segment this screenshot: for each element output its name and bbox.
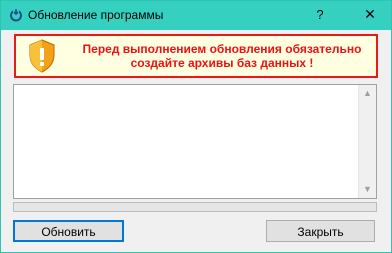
warning-line-2: создайте архивы баз данных !: [130, 56, 314, 70]
vertical-scrollbar[interactable]: ▲ ▼: [358, 85, 376, 198]
log-textarea[interactable]: ▲ ▼: [13, 84, 377, 199]
update-button[interactable]: Обновить: [13, 220, 124, 242]
warning-banner: Перед выполнением обновления обязательно…: [14, 34, 378, 78]
scroll-up-icon[interactable]: ▲: [359, 85, 376, 102]
scroll-down-icon[interactable]: ▼: [359, 181, 376, 198]
update-dialog: Обновление программы ? ✕ Перед выполнени…: [0, 0, 392, 253]
app-icon: [10, 8, 22, 22]
close-window-button[interactable]: ✕: [353, 1, 387, 30]
help-button[interactable]: ?: [303, 1, 337, 30]
shield-warning-icon: [29, 39, 55, 73]
title-bar[interactable]: Обновление программы ? ✕: [1, 1, 391, 30]
warning-line-1: Перед выполнением обновления обязательно: [82, 42, 362, 56]
window-title: Обновление программы: [28, 8, 164, 22]
warning-message: Перед выполнением обновления обязательно…: [72, 42, 372, 70]
progress-bar: [13, 202, 377, 212]
close-button[interactable]: Закрыть: [266, 220, 375, 242]
